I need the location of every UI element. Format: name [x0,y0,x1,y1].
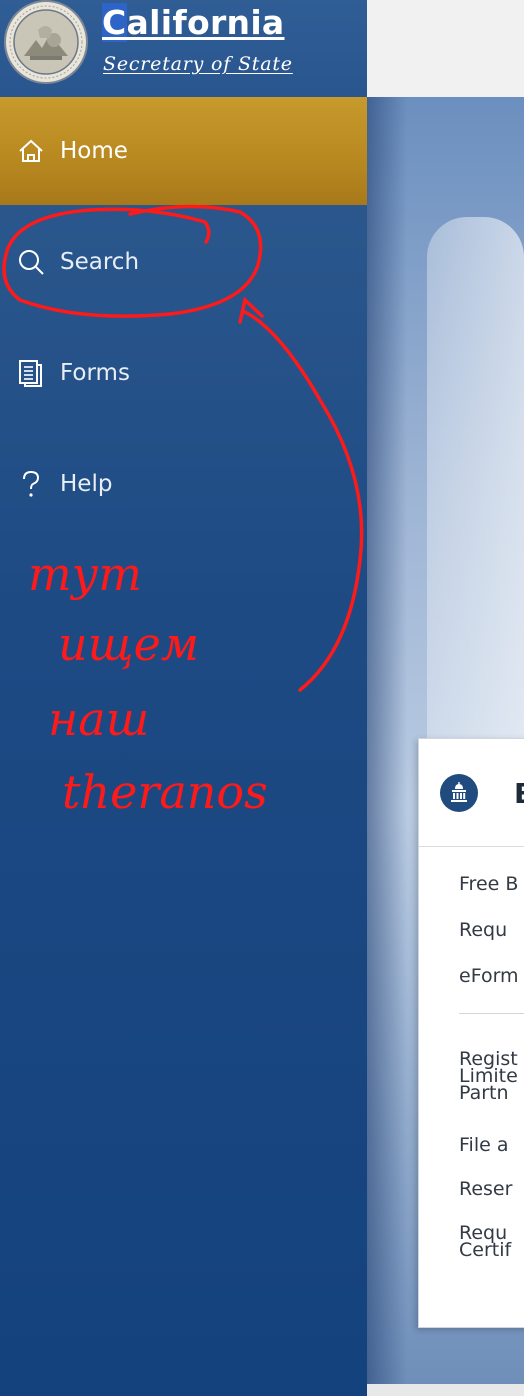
search-icon [0,247,60,277]
sidebar-item-label: Help [60,471,113,497]
sidebar-item-label: Search [60,249,140,275]
home-icon [0,136,60,166]
sidebar-nav: Home Search Forms Help [0,97,386,1396]
card-divider [459,1013,524,1014]
hero-shadow [367,97,407,1396]
california-seal-logo[interactable] [2,0,90,84]
sidebar-item-label: Home [60,138,128,164]
sidebar-item-forms[interactable]: Forms [0,319,367,427]
sidebar-item-home[interactable]: Home [0,97,386,205]
help-icon [0,469,60,499]
card-link-file-a[interactable]: File a [459,1136,508,1155]
brand-title[interactable]: California [102,3,285,43]
page-root: California Secretary of State Home Searc… [0,0,524,1396]
bottom-bar [367,1384,524,1396]
card-link-free-business-search[interactable]: Free B [459,875,518,894]
business-card-panel: B Free B Requ eForm Regist Limite Partn … [418,738,524,1328]
forms-icon [0,358,60,388]
site-header: California Secretary of State [0,0,367,97]
card-link-eforms[interactable]: eForm [459,967,519,986]
sidebar-item-search[interactable]: Search [0,208,367,316]
hero-pillar-shape [427,217,524,817]
sidebar-item-help[interactable]: Help [0,430,367,538]
brand-subtitle[interactable]: Secretary of State [103,51,293,77]
capitol-building-icon [440,774,478,812]
card-link-register-lp[interactable]: Regist Limite Partn [459,1050,518,1103]
card-link-request-certificate[interactable]: Requ Certif [459,1224,511,1260]
card-link-reserve[interactable]: Reser [459,1180,512,1199]
header-blank-area [367,0,524,97]
card-title: B [514,777,524,810]
card-link-request[interactable]: Requ [459,921,507,940]
sidebar-item-label: Forms [60,360,130,386]
card-header: B [419,739,524,847]
